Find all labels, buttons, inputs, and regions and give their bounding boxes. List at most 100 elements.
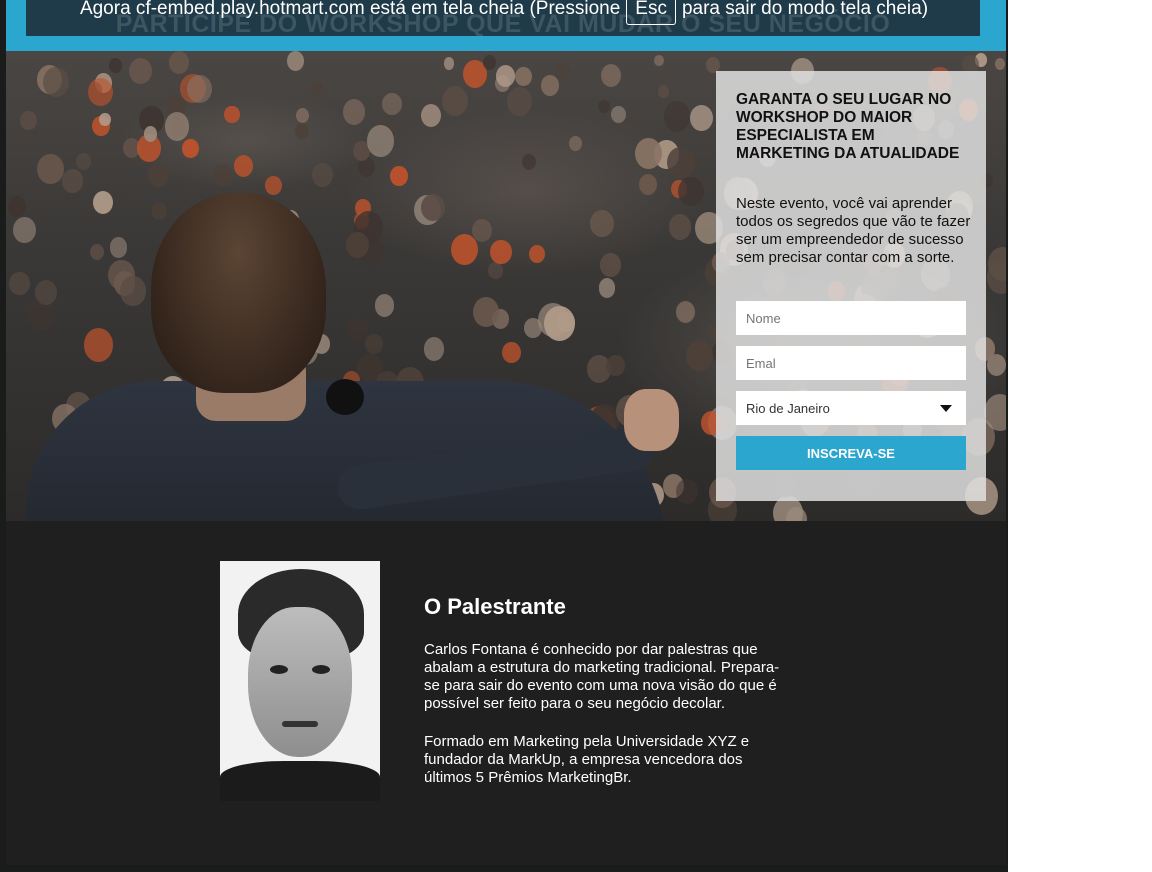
speaker-head: [151, 193, 326, 393]
audience-member: [668, 214, 691, 240]
audience-member: [99, 112, 111, 126]
audience-member: [147, 162, 169, 187]
audience-member: [443, 57, 455, 70]
speaker-photo: [220, 561, 380, 801]
audience-member: [658, 85, 670, 98]
audience-member: [143, 126, 158, 142]
fullscreen-notice-prefix: Agora cf-embed.play.hotmart.com está em …: [79, 0, 621, 19]
audience-member: [286, 51, 305, 71]
audience-member: [638, 174, 658, 196]
audience-member: [120, 276, 146, 306]
audience-member: [12, 216, 36, 243]
audience-member: [382, 92, 402, 115]
audience-member: [76, 153, 92, 170]
audience-member: [233, 154, 253, 177]
subscribe-button[interactable]: INSCREVA-SE: [736, 436, 966, 470]
photo-eye-left: [270, 665, 288, 674]
audience-member: [129, 58, 152, 85]
audience-member: [311, 162, 333, 187]
audience-member: [93, 191, 114, 215]
audience-member: [109, 237, 128, 258]
email-input[interactable]: Emal: [736, 346, 966, 380]
form-title: GARANTA O SEU LUGAR NO WORKSHOP DO MAIOR…: [736, 91, 960, 162]
audience-member: [663, 100, 691, 132]
audience-member: [390, 165, 408, 186]
audience-member: [507, 87, 533, 116]
audience-member: [423, 337, 445, 361]
audience-member: [590, 209, 614, 237]
audience-member: [213, 164, 233, 187]
audience-member: [676, 478, 699, 505]
audience-member: [294, 122, 309, 139]
audience-member: [83, 328, 114, 363]
audience-member: [495, 64, 516, 87]
audience-member: [569, 136, 583, 151]
microphone: [326, 379, 364, 415]
audience-member: [264, 175, 282, 196]
photo-eye-right: [312, 665, 330, 674]
audience-member: [600, 253, 621, 277]
audience-member: [450, 234, 479, 266]
audience-member: [598, 278, 616, 298]
audience-member: [346, 317, 368, 343]
form-description: Neste evento, você vai aprender todos os…: [736, 195, 971, 266]
audience-member: [472, 297, 499, 328]
audience-member: [634, 137, 663, 170]
audience-member: [523, 317, 542, 339]
speaker-hand: [624, 389, 679, 451]
audience-member: [677, 176, 704, 207]
audience-member: [598, 99, 611, 114]
audience-member: [224, 105, 240, 124]
audience-member: [43, 67, 70, 98]
city-select-value: Rio de Janeiro: [746, 400, 830, 416]
audience-member: [296, 107, 310, 123]
audience-member: [554, 62, 571, 80]
audience-member: [994, 57, 1006, 70]
photo-face: [248, 607, 352, 757]
audience-member: [600, 63, 621, 87]
speaker-heading: O Palestrante: [424, 594, 566, 619]
audience-member: [342, 99, 365, 125]
audience-member: [522, 153, 537, 170]
audience-member: [311, 81, 323, 95]
audience-member: [374, 294, 395, 317]
audience-member: [653, 54, 665, 67]
audience-member: [186, 74, 212, 104]
audience-member: [675, 301, 695, 324]
audience-member: [366, 125, 395, 157]
audience-member: [471, 219, 493, 243]
audience-member: [515, 67, 532, 87]
audience-member: [483, 55, 497, 70]
signup-form: GARANTA O SEU LUGAR NO WORKSHOP DO MAIOR…: [716, 71, 986, 501]
audience-member: [420, 103, 442, 128]
audience-member: [528, 244, 545, 264]
audience-member: [34, 279, 57, 305]
esc-key-hint: Esc: [626, 0, 676, 25]
audience-member: [488, 261, 503, 279]
fullscreen-notice-suffix: para sair do modo tela cheia): [681, 0, 929, 19]
speaker-section: O Palestrante Carlos Fontana é conhecido…: [6, 521, 1006, 865]
photo-mouth: [282, 721, 318, 727]
audience-member: [540, 75, 559, 96]
audience-member: [20, 110, 37, 130]
audience-member: [9, 271, 30, 296]
audience-member: [502, 342, 521, 364]
audience-member: [666, 146, 695, 179]
city-select[interactable]: Rio de Janeiro: [736, 391, 966, 425]
audience-member: [610, 105, 627, 124]
photo-shirt: [220, 761, 380, 801]
audience-member: [365, 333, 383, 354]
audience-member: [151, 202, 167, 220]
chevron-down-icon: [940, 405, 952, 412]
audience-member: [685, 340, 714, 372]
audience-member: [544, 305, 575, 341]
speaker-bio: Carlos Fontana é conhecido por dar pales…: [424, 641, 794, 807]
audience-member: [7, 196, 26, 218]
audience-member: [182, 138, 199, 158]
audience-member: [421, 194, 445, 222]
name-input[interactable]: Nome: [736, 301, 966, 335]
audience-member: [489, 239, 512, 265]
audience-member: [37, 153, 64, 185]
audience-member: [62, 169, 83, 193]
audience-member: [689, 104, 713, 131]
